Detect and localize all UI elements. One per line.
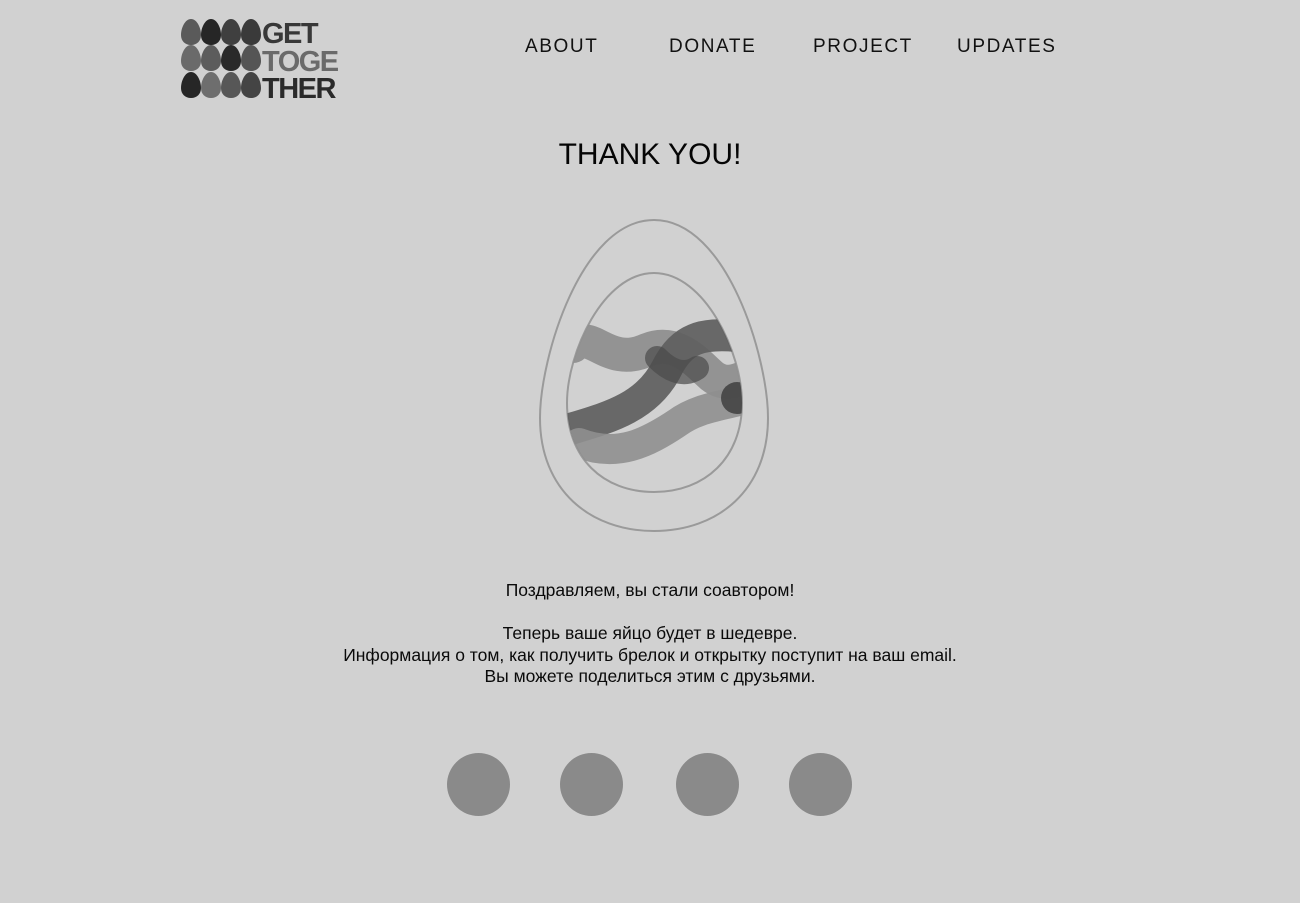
nav-link-project[interactable]: PROJECT — [813, 36, 913, 58]
share-button-2[interactable] — [560, 753, 623, 816]
logo-line-3: THER — [262, 73, 337, 101]
thank-you-message: Поздравляем, вы стали соавтором! Теперь … — [0, 580, 1300, 688]
message-line-1: Теперь ваше яйцо будет в шедевре. — [502, 623, 798, 643]
nav-link-updates[interactable]: UPDATES — [957, 36, 1057, 58]
page-title: THANK YOU! — [558, 138, 742, 171]
nav-link-about[interactable]: ABOUT — [525, 36, 598, 58]
share-button-1[interactable] — [447, 753, 510, 816]
message-line-2: Информация о том, как получить брелок и … — [343, 644, 957, 665]
message-line-3: Вы можете поделиться этим с друзьями. — [484, 666, 816, 686]
egg-illustration — [537, 218, 771, 534]
decorated-egg-illustration-icon — [538, 218, 770, 533]
share-button-3[interactable] — [676, 753, 739, 816]
main-nav: ABOUT DONATE PROJECT UPDATES — [0, 36, 1300, 62]
congrats-text: Поздравляем, вы стали соавтором! — [505, 580, 795, 600]
share-button-4[interactable] — [789, 753, 852, 816]
nav-link-donate[interactable]: DONATE — [669, 36, 756, 58]
